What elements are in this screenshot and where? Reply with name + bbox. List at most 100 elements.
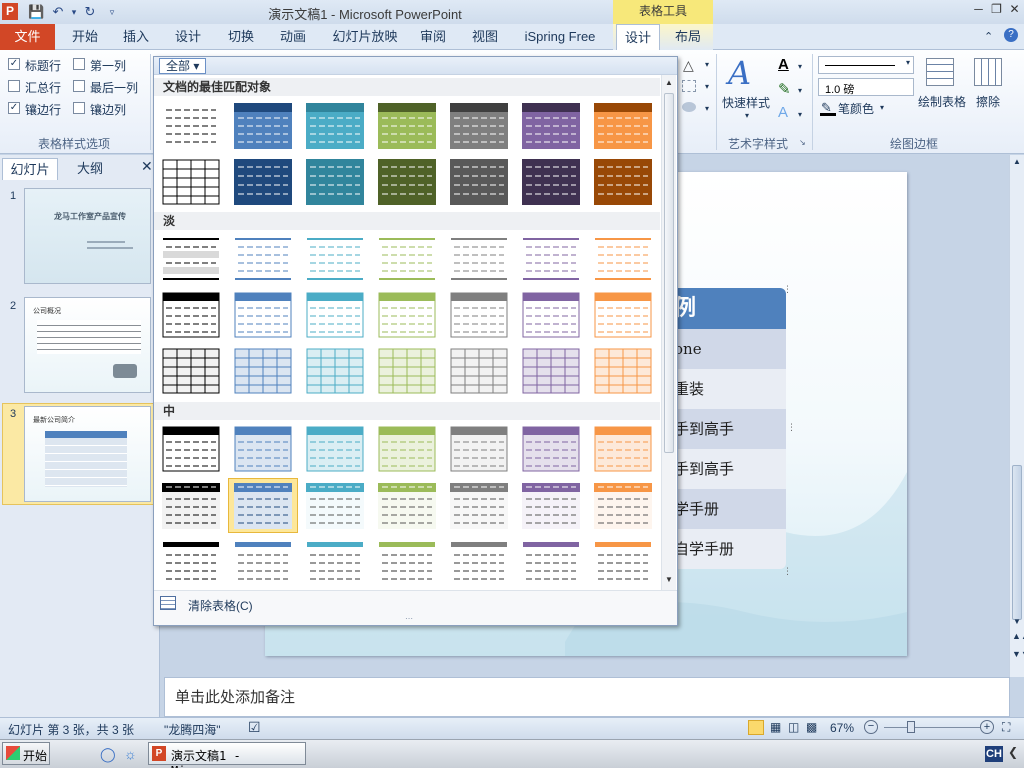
table-style-swatch[interactable]	[306, 426, 364, 472]
table-style-swatch[interactable]	[594, 159, 652, 205]
text-effects-dropdown-icon[interactable]: ▾	[798, 110, 802, 119]
table-style-swatch[interactable]	[450, 236, 508, 282]
table-style-swatch[interactable]	[378, 292, 436, 338]
slide-thumbnail-2[interactable]: 公司概况	[24, 297, 151, 393]
table-style-swatch[interactable]	[522, 103, 580, 149]
help-icon[interactable]: ?	[1004, 28, 1018, 42]
gallery-scroll-up-icon[interactable]: ▲	[665, 78, 673, 87]
table-style-swatch[interactable]	[378, 236, 436, 282]
table-cell[interactable]: one	[668, 329, 786, 369]
table-style-swatch[interactable]	[378, 103, 436, 149]
gallery-scroll-thumb[interactable]	[664, 93, 674, 453]
table-style-swatch[interactable]	[234, 292, 292, 338]
taskbar-app-button[interactable]: P 演示文稿1 - Microso...	[148, 742, 306, 768]
table-style-swatch[interactable]	[450, 103, 508, 149]
table-style-swatch[interactable]	[594, 236, 652, 282]
clear-table-menu-item[interactable]: 清除表格(C)	[188, 597, 253, 614]
last-column-checkbox[interactable]	[73, 80, 85, 92]
fit-to-window-icon[interactable]: ⛶	[1002, 720, 1010, 735]
table-style-swatch[interactable]	[522, 539, 580, 585]
table-style-swatch[interactable]	[234, 236, 292, 282]
pen-style-dropdown[interactable]: ▾	[818, 56, 914, 74]
browser-icon[interactable]: ☼	[124, 746, 137, 762]
table-style-swatch[interactable]	[594, 426, 652, 472]
close-button[interactable]: ✕	[1006, 2, 1023, 18]
table-style-swatch[interactable]	[234, 348, 292, 394]
table-style-swatch-selected[interactable]	[234, 483, 292, 529]
table-style-swatch[interactable]	[522, 483, 580, 529]
next-slide-icon[interactable]: ▼▼	[1012, 649, 1024, 659]
text-outline-dropdown-icon[interactable]: ▾	[798, 86, 802, 95]
zoom-in-icon[interactable]: +	[980, 720, 994, 734]
text-fill-dropdown-icon[interactable]: ▾	[798, 62, 802, 71]
table-style-swatch[interactable]	[522, 159, 580, 205]
scroll-up-icon[interactable]: ▲	[1013, 157, 1021, 166]
slide-thumbnail-1[interactable]: 龙马工作室产品宣传	[24, 188, 151, 284]
table-style-swatch[interactable]	[378, 159, 436, 205]
tab-outline[interactable]: 大纲	[62, 158, 118, 180]
table-style-swatch[interactable]	[522, 348, 580, 394]
shading-dropdown-icon[interactable]: ▾	[705, 60, 709, 69]
restore-button[interactable]: ❐	[988, 2, 1005, 18]
table-style-swatch[interactable]	[306, 348, 364, 394]
tab-view[interactable]: 视图	[462, 24, 508, 50]
pen-color-button[interactable]: 笔颜色	[838, 100, 874, 117]
zoom-out-icon[interactable]: −	[864, 720, 878, 734]
tab-table-layout[interactable]: 布局	[666, 24, 710, 50]
table-cell[interactable]: 重装	[668, 369, 786, 409]
tab-animations[interactable]: 动画	[270, 24, 316, 50]
minimize-button[interactable]: ─	[970, 2, 987, 18]
table-style-swatch[interactable]	[234, 539, 292, 585]
table-style-swatch[interactable]	[234, 426, 292, 472]
gallery-filter-dropdown[interactable]: 全部 ▾	[159, 58, 207, 74]
table-style-swatch[interactable]	[378, 483, 436, 529]
table-style-swatch[interactable]	[594, 539, 652, 585]
reading-view-icon[interactable]: ◫	[788, 720, 799, 734]
slide-sorter-view-icon[interactable]: ▦	[770, 720, 781, 734]
gallery-resize-grip-icon[interactable]: ⋯	[405, 614, 413, 623]
language-menu-icon[interactable]: ❮	[1008, 745, 1018, 759]
table-style-swatch[interactable]	[450, 539, 508, 585]
table-style-swatch[interactable]	[594, 348, 652, 394]
table-resize-handle[interactable]: ⋮	[787, 422, 796, 433]
notes-pane[interactable]: 单击此处添加备注	[164, 677, 1010, 717]
tab-review[interactable]: 审阅	[410, 24, 456, 50]
quick-styles-button[interactable]: 快速样式	[722, 94, 770, 111]
table-style-swatch[interactable]	[522, 292, 580, 338]
table-style-swatch[interactable]	[234, 103, 292, 149]
table-style-swatch[interactable]	[378, 426, 436, 472]
tab-table-design[interactable]: 设计	[616, 24, 660, 51]
tab-ispring[interactable]: iSpring Free	[518, 24, 602, 50]
slideshow-view-icon[interactable]: ▩	[806, 720, 817, 734]
text-outline-icon[interactable]: ✎	[778, 80, 791, 98]
eraser-button[interactable]: 擦除	[976, 93, 1000, 110]
table-style-swatch[interactable]	[162, 159, 220, 205]
gallery-scrollbar[interactable]: ▲ ▼	[661, 75, 676, 590]
pen-weight-dropdown[interactable]: 1.0 磅	[818, 78, 914, 96]
table-style-swatch[interactable]	[162, 426, 220, 472]
table-style-swatch[interactable]	[306, 236, 364, 282]
draw-table-button[interactable]: 绘制表格	[918, 93, 966, 110]
table-style-swatch[interactable]	[306, 159, 364, 205]
zoom-slider-thumb[interactable]	[907, 721, 915, 733]
previous-slide-icon[interactable]: ▲▲	[1012, 631, 1024, 641]
banded-columns-checkbox[interactable]	[73, 102, 85, 114]
table-style-swatch[interactable]	[162, 483, 220, 529]
language-indicator[interactable]: CH	[985, 746, 1003, 762]
table-style-swatch[interactable]	[306, 483, 364, 529]
quick-styles-dropdown-icon[interactable]: ▾	[745, 111, 749, 120]
zoom-level[interactable]: 67%	[830, 721, 854, 735]
table-style-swatch[interactable]	[450, 426, 508, 472]
wordart-dialog-launcher-icon[interactable]: ↘	[799, 138, 806, 147]
effects-icon[interactable]	[682, 102, 696, 112]
borders-dropdown-icon[interactable]: ▾	[705, 82, 709, 91]
table-style-swatch[interactable]	[162, 539, 220, 585]
tab-transitions[interactable]: 切换	[218, 24, 264, 50]
vertical-scrollbar[interactable]: ▲ ▼ ▲▲ ▼▼	[1009, 155, 1024, 677]
spellcheck-icon[interactable]: ☑	[248, 719, 261, 736]
borders-icon[interactable]	[682, 80, 696, 92]
text-effects-icon[interactable]: A	[778, 104, 788, 121]
table-style-swatch[interactable]	[306, 103, 364, 149]
table-cell[interactable]: 手到高手	[668, 449, 786, 489]
start-button[interactable]: 开始	[2, 742, 50, 765]
